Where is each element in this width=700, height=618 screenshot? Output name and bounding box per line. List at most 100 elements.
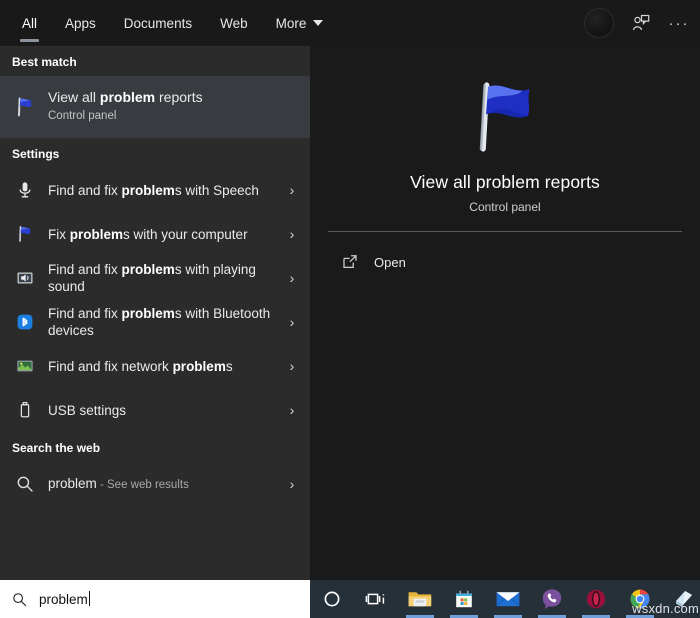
microphone-icon [12,177,38,203]
result-item-fix-computer-text: Fix problems with your computer [48,226,282,243]
usb-drive-icon [12,397,38,423]
label-suffix: s with your computer [123,226,248,242]
label-highlight: problem [121,306,175,321]
label-prefix: Find and fix [48,306,122,321]
microsoft-store-icon[interactable] [442,580,486,618]
header-actions: ··· [584,0,690,46]
search-input[interactable]: problem [0,580,310,618]
result-best-match[interactable]: View all problem reports Control panel [0,76,310,138]
result-item-fix-computer[interactable]: Fix problems with your computer › [0,212,310,256]
search-filter-tabs: All Apps Documents Web More [0,0,337,46]
result-best-match-title: View all problem reports [48,89,298,106]
chevron-down-icon [313,20,324,26]
preview-action-open[interactable]: Open [332,245,700,279]
result-item-network[interactable]: Find and fix network problems › [0,344,310,388]
taskbar-icons: wsxdn.com [310,580,700,618]
preview-title: View all problem reports [410,172,600,192]
chevron-right-icon[interactable]: › [282,402,302,418]
result-item-speech-text: Find and fix problems with Speech [48,182,282,199]
label-prefix: Find and fix [48,262,122,277]
label-prefix: Fix [48,226,70,242]
chevron-right-icon[interactable]: › [282,226,302,242]
account-avatar[interactable] [584,8,614,38]
open-external-icon [338,251,362,273]
title-suffix: reports [155,89,203,105]
search-results-panel: Best match View all problem reports Cont… [0,46,310,580]
search-icon [12,471,38,497]
tab-web-label: Web [220,15,248,31]
chevron-right-icon[interactable]: › [282,476,302,492]
search-input-value: problem [39,592,88,607]
preview-header: View all problem reports Control panel [310,46,700,214]
blue-flag-icon [12,94,38,120]
sound-icon [12,265,38,291]
tab-documents-label: Documents [123,15,193,31]
result-item-usb-settings-text: USB settings [48,402,282,419]
chevron-right-icon[interactable]: › [282,182,302,198]
chevron-right-icon[interactable]: › [282,270,302,286]
tab-all[interactable]: All [8,0,51,46]
preview-divider [328,231,682,232]
search-input-value-wrap: problem [39,591,90,607]
result-item-speech[interactable]: Find and fix problems with Speech › [0,168,310,212]
document-app-icon[interactable] [662,580,700,618]
label-prefix: USB settings [48,402,127,418]
bluetooth-icon [12,309,38,335]
preview-panel: View all problem reports Control panel O… [310,46,700,580]
result-item-web-search[interactable]: problem - See web results › [0,462,310,506]
cortana-icon[interactable] [310,580,354,618]
chevron-right-icon[interactable]: › [282,314,302,330]
label-prefix: Find and fix network [48,358,173,374]
tab-apps-label: Apps [65,15,96,31]
result-item-bluetooth-text: Find and fix problems with Bluetooth dev… [48,305,282,339]
taskbar-bar: problem wsxdn.com [0,580,700,618]
chrome-icon[interactable] [618,580,662,618]
blue-flag-icon [12,221,38,247]
section-header-settings: Settings [12,147,60,161]
label-highlight: problem [69,226,124,242]
label-highlight: problem [172,358,226,374]
ellipsis-icon[interactable]: ··· [668,12,690,34]
file-explorer-icon[interactable] [398,580,442,618]
title-highlight: problem [99,89,156,105]
blue-flag-icon-large [310,78,700,156]
label-highlight: problem [121,262,175,277]
result-best-match-subtitle: Control panel [48,110,117,122]
opera-icon[interactable] [574,580,618,618]
windows-search-overlay: All Apps Documents Web More ··· Best mat… [0,0,700,618]
result-best-match-text: View all problem reports Control panel [48,89,302,125]
web-search-hint: - See web results [96,478,189,491]
text-cursor [88,591,90,606]
viber-icon[interactable] [530,580,574,618]
tab-more[interactable]: More [262,0,338,46]
result-item-bluetooth[interactable]: Find and fix problems with Bluetooth dev… [0,300,310,344]
search-icon [11,591,28,608]
search-body: Best match View all problem reports Cont… [0,46,700,580]
tab-all-label: All [22,15,38,31]
result-item-web-search-text: problem - See web results [48,475,282,494]
web-search-query: problem [48,475,97,491]
feedback-person-icon[interactable] [630,12,652,34]
result-item-usb-settings[interactable]: USB settings › [0,388,310,432]
search-header: All Apps Documents Web More ··· [0,0,700,46]
mail-icon[interactable] [486,580,530,618]
tab-more-label: More [275,15,307,31]
label-prefix: Find and fix [48,182,122,198]
chevron-right-icon[interactable]: › [282,358,302,374]
task-view-icon[interactable] [354,580,398,618]
section-header-best-match: Best match [12,55,77,69]
tab-documents[interactable]: Documents [110,0,206,46]
preview-subtitle: Control panel [469,200,541,214]
preview-action-open-label: Open [374,254,406,270]
result-item-playing-sound-text: Find and fix problems with playing sound [48,261,282,295]
network-icon [12,353,38,379]
label-highlight: problem [121,182,175,198]
tab-apps[interactable]: Apps [51,0,110,46]
tab-web[interactable]: Web [206,0,262,46]
result-item-playing-sound[interactable]: Find and fix problems with playing sound… [0,256,310,300]
section-header-search-the-web: Search the web [12,441,101,455]
label-suffix: s with Speech [174,182,259,198]
result-item-network-text: Find and fix network problems [48,358,282,375]
label-suffix: s [225,358,233,374]
ellipsis-glyph: ··· [668,14,690,32]
